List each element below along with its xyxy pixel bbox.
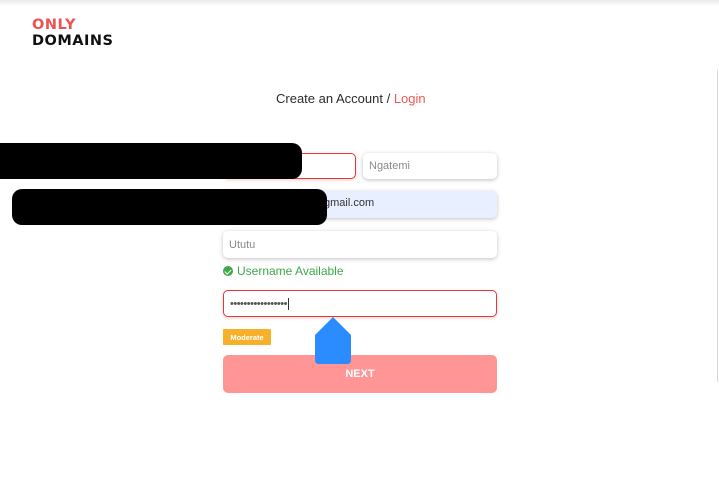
username-placeholder: Ututu — [229, 238, 256, 251]
next-button[interactable]: NEXT — [223, 355, 497, 393]
email-value: gmail.com — [324, 197, 375, 209]
redaction-block — [12, 189, 327, 225]
last-name-placeholder: Ngatemi — [369, 160, 410, 172]
username-field[interactable]: Ututu — [223, 231, 497, 258]
username-status-text: Username Available — [237, 264, 344, 278]
last-name-field[interactable]: Ngatemi — [363, 153, 497, 179]
login-link[interactable]: Login — [394, 91, 426, 106]
password-strength-badge: Moderate — [223, 329, 271, 345]
signup-page: ONLY DOMAINS Create an Account / Login N… — [0, 0, 719, 479]
password-masked-value: ••••••••••••••••• — [230, 297, 287, 310]
header-shadow — [0, 0, 719, 6]
logo-top-word: ONLY — [32, 17, 76, 33]
redaction-block — [0, 143, 302, 179]
page-title: Create an Account / Login — [276, 91, 426, 106]
create-account-label: Create an Account / — [276, 91, 391, 106]
only-domains-logo[interactable]: ONLY DOMAINS — [32, 17, 114, 49]
check-circle-icon — [223, 266, 233, 276]
username-status: Username Available — [223, 264, 344, 278]
page-edge-divider — [717, 70, 718, 382]
text-cursor — [287, 297, 289, 310]
password-field[interactable]: ••••••••••••••••• — [223, 290, 497, 317]
mouse-pointer-icon — [315, 317, 351, 364]
logo-bottom-word: DOMAINS — [32, 33, 114, 49]
